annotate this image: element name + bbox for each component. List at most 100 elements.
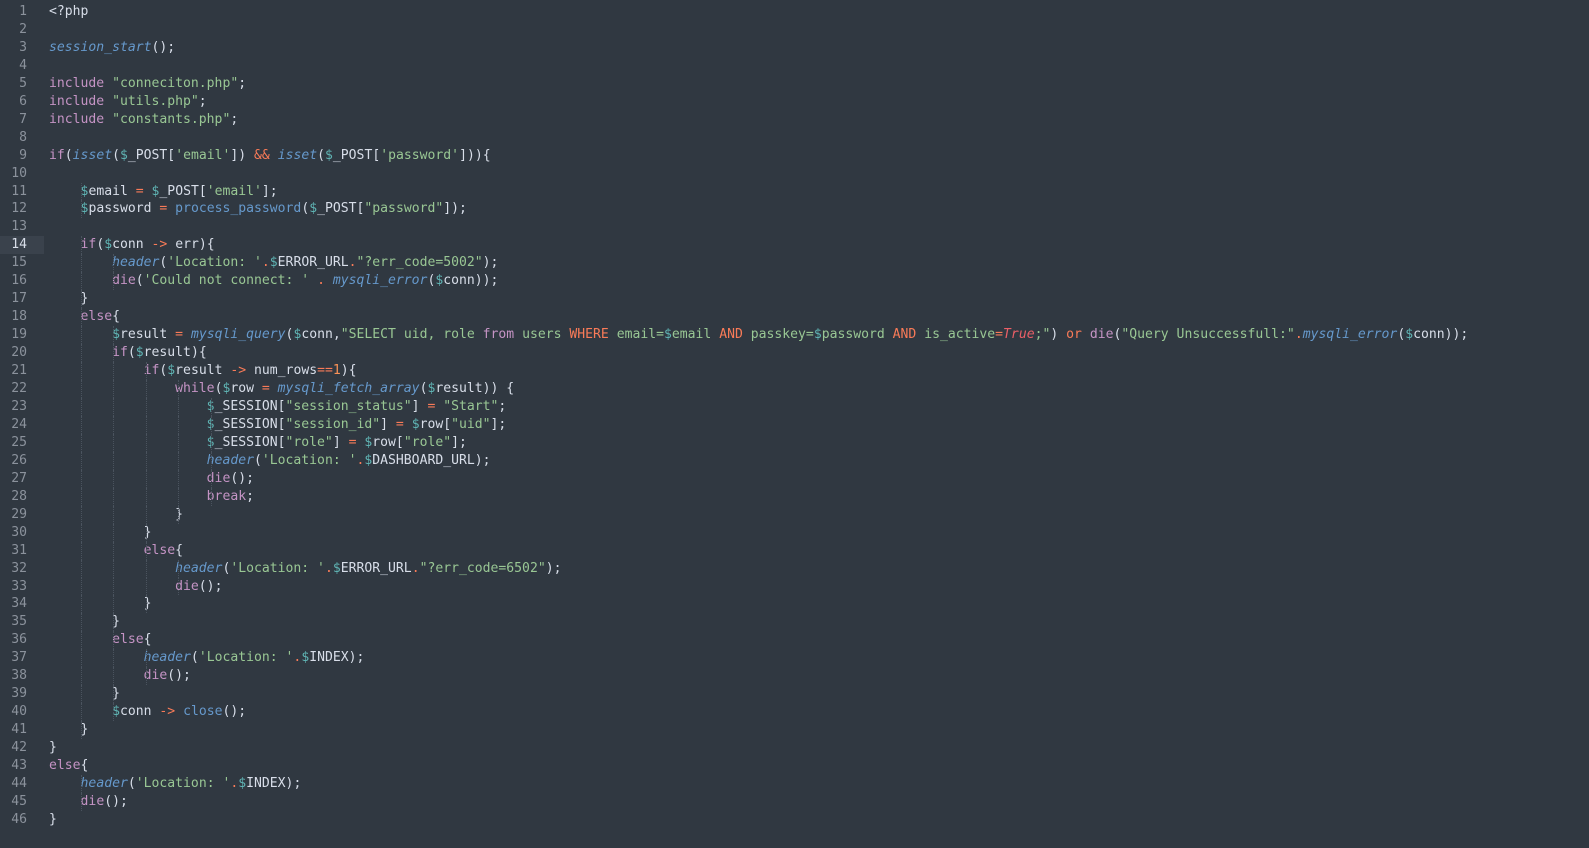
indent-guide (80, 685, 82, 704)
code-line[interactable]: } (49, 811, 1589, 829)
code-line[interactable]: $conn -> close(); (49, 703, 1589, 722)
code-line[interactable] (49, 129, 1589, 147)
indent-guide (80, 577, 82, 596)
code-token: num_rows (246, 363, 318, 379)
code-line[interactable]: } (49, 290, 1589, 309)
code-line[interactable]: header('Location: '.$INDEX); (49, 774, 1589, 793)
code-line[interactable]: else{ (49, 631, 1589, 650)
line-number: 2 (19, 21, 27, 37)
code-line[interactable]: die('Could not connect: ' . mysqli_error… (49, 272, 1589, 291)
indent-guide (80, 721, 82, 740)
code-line[interactable]: header('Location: '.$ERROR_URL."?err_cod… (49, 559, 1589, 578)
code-line[interactable] (49, 165, 1589, 183)
code-line[interactable]: } (49, 721, 1589, 740)
code-token: True (1003, 327, 1035, 343)
line-number: 22 (11, 381, 27, 397)
code-line[interactable]: <?php (49, 3, 1589, 21)
code-token: conn)); (443, 273, 499, 289)
code-line[interactable]: die(); (49, 469, 1589, 488)
line-number: 46 (11, 811, 27, 827)
code-token: ERROR_URL (277, 255, 349, 271)
indent-guide (145, 667, 147, 686)
code-token: -> (230, 363, 247, 379)
indent-guide (80, 200, 82, 219)
code-line[interactable]: die(); (49, 577, 1589, 596)
code-line[interactable]: } (49, 613, 1589, 632)
code-line[interactable]: header('Location: '.$INDEX); (49, 649, 1589, 668)
code-token: _SESSION[ (214, 398, 286, 414)
code-line[interactable] (49, 57, 1589, 75)
code-line[interactable]: if($result){ (49, 344, 1589, 363)
code-token: include (49, 93, 105, 109)
code-token: $ (269, 255, 278, 271)
indent-guide (80, 254, 82, 273)
indent-guide (145, 595, 147, 614)
code-area[interactable]: <?php session_start();include "conneciton… (49, 3, 1589, 829)
code-token: ( (127, 345, 136, 361)
code-line[interactable]: header('Location: '.$DASHBOARD_URL); (49, 451, 1589, 470)
code-line[interactable] (49, 21, 1589, 39)
code-token: conn (119, 704, 160, 720)
code-line[interactable]: while($row = mysqli_fetch_array($result)… (49, 380, 1589, 398)
code-line[interactable]: header('Location: '.$ERROR_URL."?err_cod… (49, 254, 1589, 273)
code-line[interactable]: die(); (49, 792, 1589, 811)
line-number: 45 (11, 793, 27, 809)
code-line[interactable] (49, 218, 1589, 236)
code-line[interactable]: } (49, 523, 1589, 542)
indent-guide (113, 559, 115, 578)
code-token: ; (238, 75, 247, 91)
code-token: ] (411, 398, 428, 414)
indent-guide (80, 182, 82, 201)
indent-guide (80, 362, 82, 381)
code-line[interactable]: if($result -> num_rows==1){ (49, 362, 1589, 381)
code-line[interactable]: if(isset($_POST['email']) && isset($_POS… (49, 147, 1589, 165)
code-line[interactable]: else{ (49, 757, 1589, 775)
code-token: conn, (301, 327, 341, 343)
indent-guide (210, 451, 212, 470)
indent-guide (80, 559, 82, 578)
code-line[interactable]: include "conneciton.php"; (49, 75, 1589, 93)
code-line[interactable]: if($conn -> err){ (49, 236, 1589, 255)
code-token: (); (222, 704, 247, 720)
code-token: ] (380, 416, 396, 432)
code-line[interactable]: $result = mysqli_query($conn,"SELECT uid… (49, 326, 1589, 345)
code-token: INDEX); (309, 650, 365, 666)
code-line[interactable]: else{ (49, 541, 1589, 560)
code-line[interactable]: } (49, 739, 1589, 757)
code-line[interactable]: break; (49, 487, 1589, 506)
line-number: 16 (11, 273, 27, 289)
code-line[interactable]: include "constants.php"; (49, 111, 1589, 129)
code-line[interactable]: $_SESSION["role"] = $row["role"]; (49, 433, 1589, 452)
line-number: 26 (11, 452, 27, 468)
code-line[interactable]: $_SESSION["session_id"] = $row["uid"]; (49, 415, 1589, 434)
code-token: is_active (916, 327, 996, 343)
code-line[interactable]: $password = process_password($_POST["pas… (49, 200, 1589, 219)
code-line[interactable]: } (49, 685, 1589, 704)
code-token: ; (498, 398, 507, 414)
line-number: 43 (11, 758, 27, 774)
code-editor[interactable]: 1 2 3 4 5 6 7 8 9 10 11 12 13 14 15 16 17 18 19 20 21 22 23 24 2… (0, 0, 1589, 848)
code-line[interactable]: } (49, 505, 1589, 524)
code-line[interactable]: $_SESSION["session_status"] = "Start"; (49, 397, 1589, 416)
code-line[interactable]: else{ (49, 308, 1589, 327)
code-line[interactable]: die(); (49, 667, 1589, 686)
code-token: or (1066, 327, 1082, 343)
code-line[interactable]: session_start(); (49, 39, 1589, 57)
code-line[interactable]: include "utils.php"; (49, 93, 1589, 111)
code-line[interactable]: } (49, 595, 1589, 614)
code-line[interactable]: $email = $_POST['email']; (49, 182, 1589, 201)
indent-guide (113, 469, 115, 488)
code-token: $ (411, 416, 420, 432)
line-number: 24 (11, 416, 27, 432)
indent-guide (113, 613, 115, 632)
code-token: _SESSION[ (214, 434, 286, 450)
